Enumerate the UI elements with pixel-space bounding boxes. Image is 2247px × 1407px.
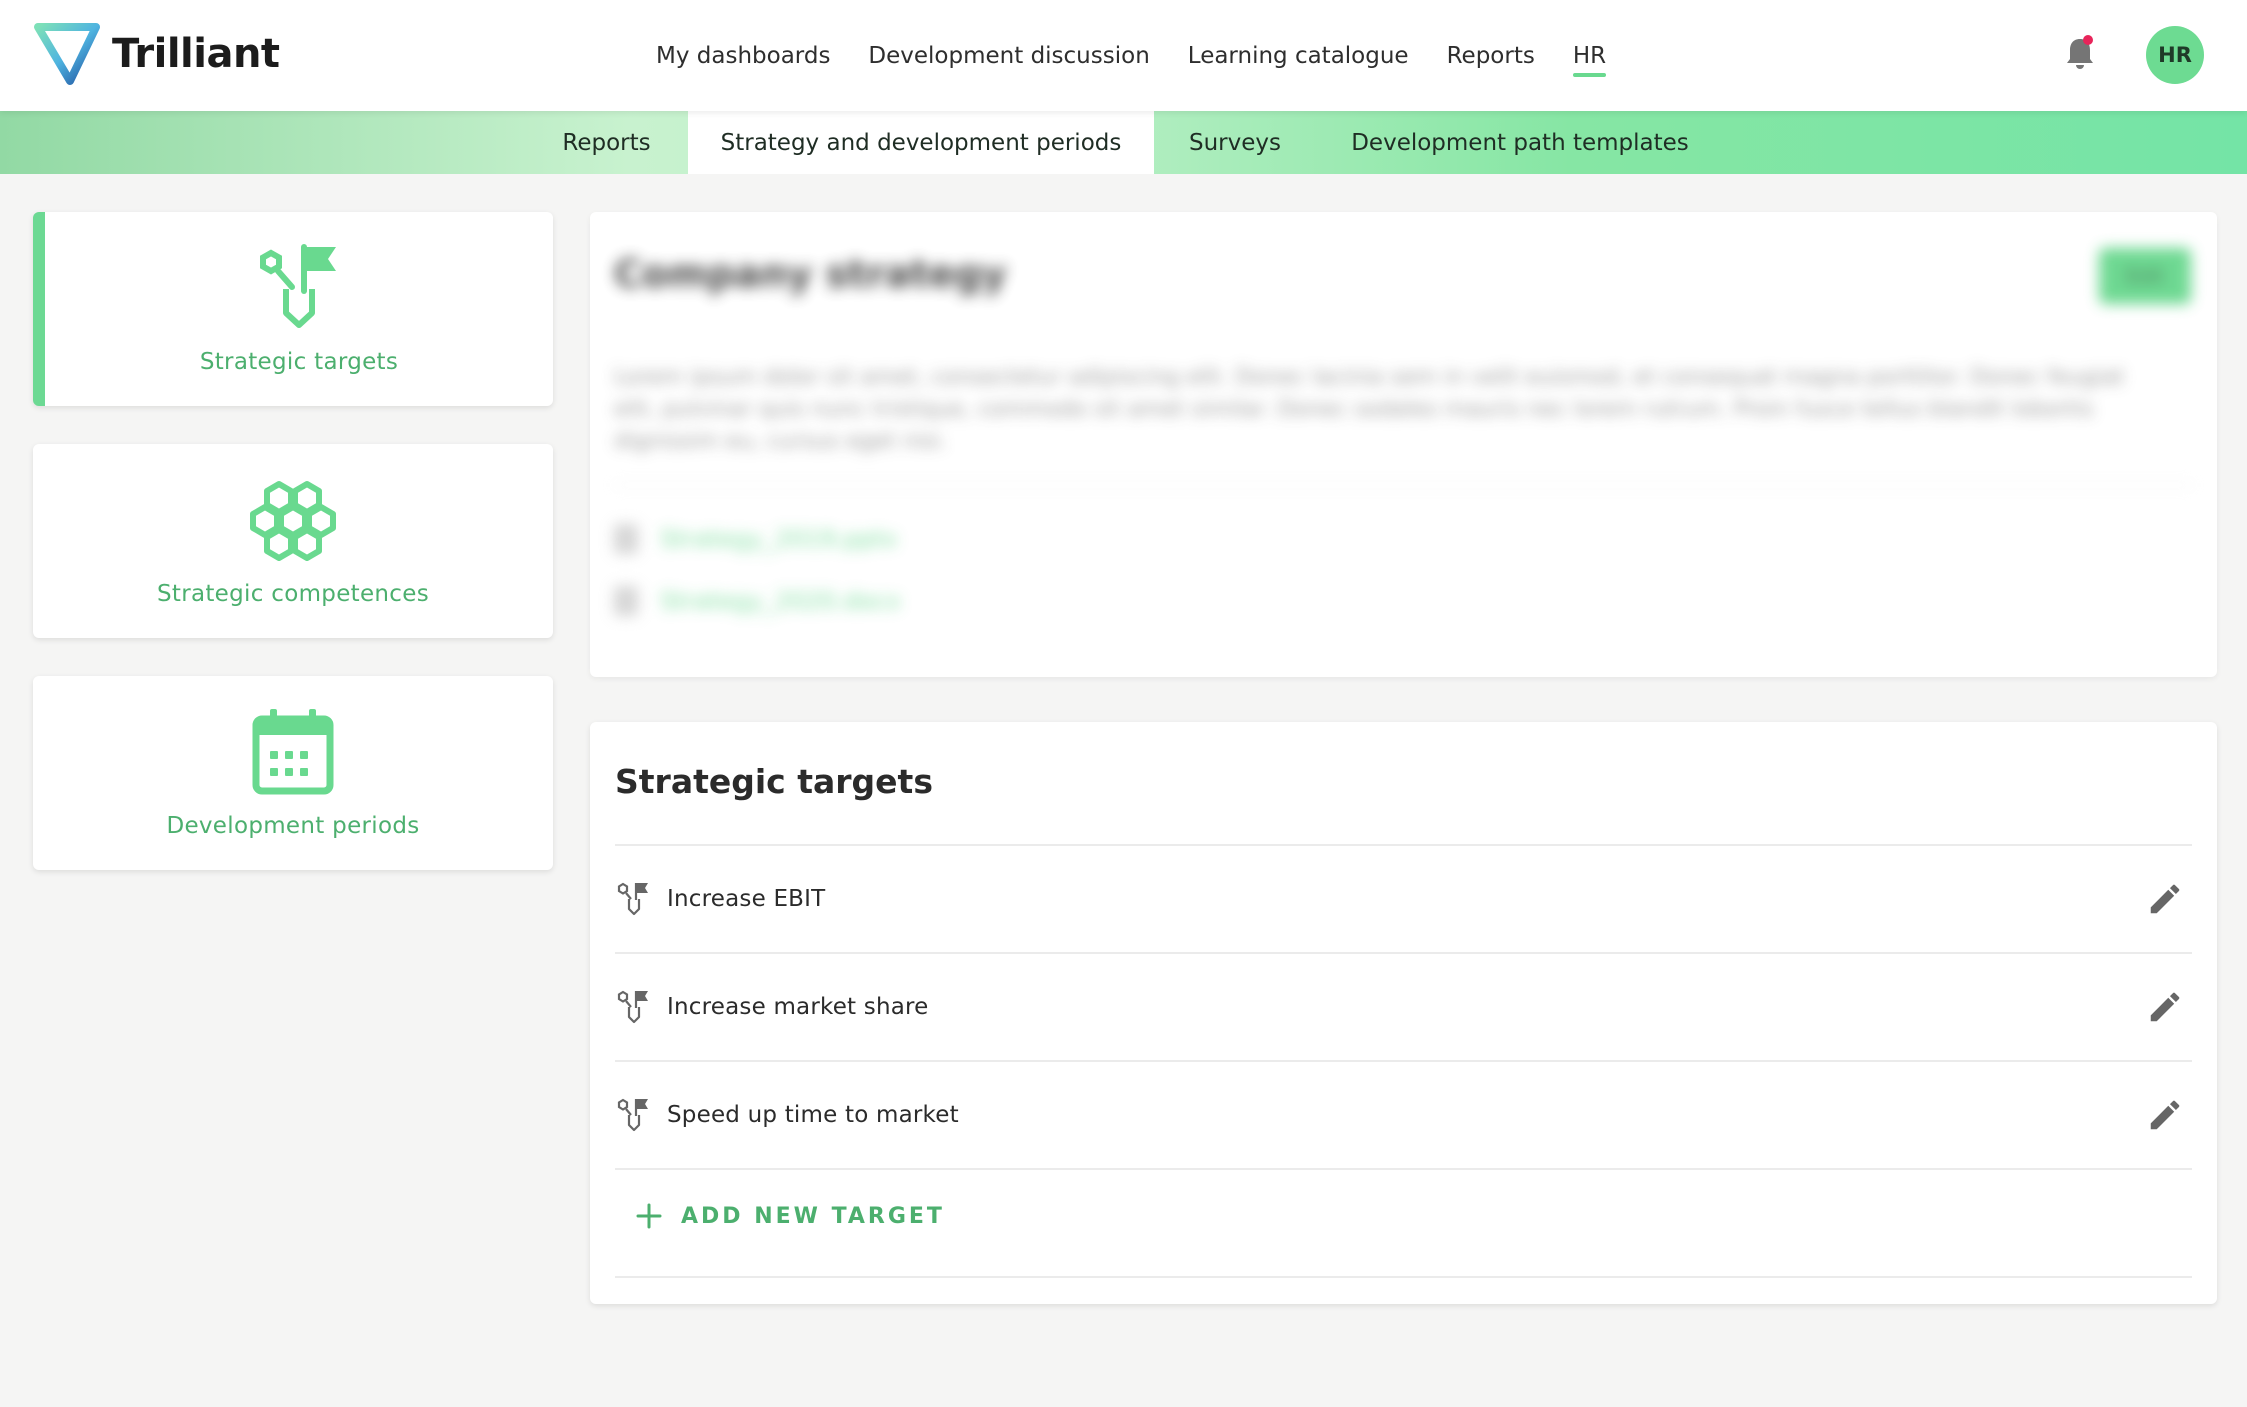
strategy-title: Company strategy	[614, 252, 1007, 296]
target-name: Speed up time to market	[667, 1102, 959, 1128]
pencil-icon[interactable]	[2146, 1096, 2184, 1134]
divider	[615, 1168, 2192, 1170]
target-row[interactable]: Increase market share	[615, 954, 2192, 1060]
trilliant-logo-icon	[34, 23, 100, 85]
card-label: Development periods	[166, 813, 420, 839]
target-name: Increase market share	[667, 994, 929, 1020]
divider	[614, 484, 2193, 486]
target-row[interactable]: Speed up time to market	[615, 1062, 2192, 1168]
add-target-label: ADD NEW TARGET	[681, 1203, 945, 1229]
nav-my-dashboards[interactable]: My dashboards	[656, 43, 830, 69]
app-name: Trilliant	[112, 31, 280, 77]
card-development-periods[interactable]: Development periods	[33, 676, 553, 870]
blurred-content: Company strategy Edit Lorem ipsum dolor …	[590, 212, 2217, 677]
strategic-target-icon	[617, 882, 648, 916]
honeycomb-icon	[250, 481, 336, 561]
strategy-description: Lorem ipsum dolor sit amet, consectetur …	[614, 365, 2125, 454]
divider	[615, 1276, 2192, 1278]
card-label: Strategic competences	[157, 581, 429, 607]
strategy-edit-button[interactable]: Edit	[2099, 248, 2191, 304]
app-logo[interactable]: Trilliant	[32, 20, 280, 88]
bell-icon[interactable]	[2064, 34, 2096, 72]
nav-reports[interactable]: Reports	[1447, 43, 1535, 69]
card-strategic-competences[interactable]: Strategic competences	[33, 444, 553, 638]
file-icon	[614, 524, 638, 554]
attachment-link[interactable]: Strategy_2019.pptx	[614, 524, 898, 554]
add-new-target-button[interactable]: ADD NEW TARGET	[635, 1202, 945, 1230]
pencil-icon[interactable]	[2146, 880, 2184, 918]
nav-learning-catalogue[interactable]: Learning catalogue	[1188, 43, 1409, 69]
tab-surveys[interactable]: Surveys	[1170, 111, 1300, 174]
section-title: Strategic targets	[615, 762, 933, 801]
attachment-name: Strategy_2020.docx	[660, 587, 901, 615]
company-strategy-card: Company strategy Edit Lorem ipsum dolor …	[590, 212, 2217, 677]
strategic-target-icon	[617, 990, 648, 1024]
tab-reports[interactable]: Reports	[540, 111, 673, 174]
notification-dot	[2083, 35, 2093, 45]
tab-development-path-templates[interactable]: Development path templates	[1330, 111, 1710, 174]
file-icon	[614, 586, 638, 616]
card-label: Strategic targets	[199, 349, 399, 375]
strategic-targets-card: Strategic targets Increase EBIT Increase…	[590, 722, 2217, 1304]
card-strategic-targets[interactable]: Strategic targets	[33, 212, 553, 406]
pencil-icon[interactable]	[2146, 988, 2184, 1026]
plus-icon	[636, 1203, 662, 1229]
strategic-target-icon	[617, 1098, 648, 1132]
attachment-name: Strategy_2019.pptx	[660, 525, 898, 553]
target-row[interactable]: Increase EBIT	[615, 846, 2192, 952]
nav-hr[interactable]: HR	[1572, 43, 1607, 77]
user-avatar[interactable]: HR	[2146, 26, 2204, 84]
calendar-icon	[252, 709, 334, 795]
target-name: Increase EBIT	[667, 886, 826, 912]
top-navigation-bar: Trilliant My dashboards Development disc…	[0, 0, 2247, 111]
main-nav: My dashboards Development discussion Lea…	[656, 0, 1644, 111]
nav-development-discussion[interactable]: Development discussion	[868, 43, 1149, 69]
strategic-target-icon	[260, 244, 336, 328]
sub-navigation: Reports Strategy and development periods…	[0, 111, 2247, 174]
attachment-link[interactable]: Strategy_2020.docx	[614, 586, 901, 616]
tab-strategy-and-development-periods[interactable]: Strategy and development periods	[688, 111, 1154, 174]
